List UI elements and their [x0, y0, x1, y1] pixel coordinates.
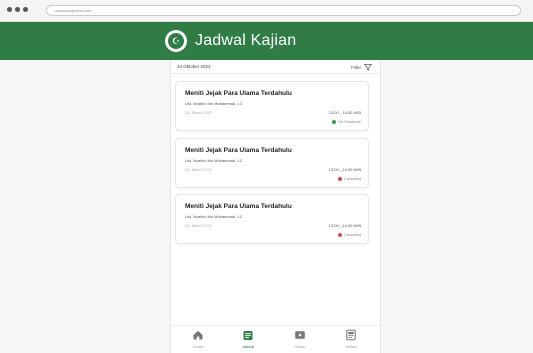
filter-label: Filter [351, 64, 361, 70]
video-icon [295, 331, 305, 339]
schedule-card[interactable]: Meniti Jejak Para Ulama Terdahulu Ust. I… [175, 194, 369, 244]
card-title: Meniti Jejak Para Ulama Terdahulu [185, 147, 292, 154]
current-date: 24 Oktober 2022 [177, 64, 211, 69]
card-date: 24, Maret 2022 [185, 110, 212, 115]
card-title: Meniti Jejak Para Ulama Terdahulu [185, 90, 292, 97]
card-time: 13:00 - 14:00 WIB [328, 110, 361, 115]
status-dot-icon [338, 176, 343, 181]
address-bar[interactable]: www.wordpress.com [46, 5, 521, 16]
schedule-card[interactable]: Meniti Jejak Para Ulama Terdahulu Ust. I… [175, 81, 369, 131]
card-title: Meniti Jejak Para Ulama Terdahulu [185, 203, 292, 210]
window-close-dot[interactable] [7, 7, 12, 12]
browser-chrome: www.wordpress.com [0, 0, 533, 22]
nav-label-home: Home [192, 344, 204, 349]
home-icon [193, 330, 203, 340]
status-text: On Schedule [337, 119, 361, 124]
status-text: Canceled [344, 176, 361, 181]
schedule-toolbar: 24 Oktober 2022 Filter [171, 60, 380, 74]
window-minimize-dot[interactable] [15, 7, 20, 12]
address-bar-url: www.wordpress.com [55, 8, 92, 13]
article-icon [346, 329, 356, 341]
card-speaker: Ust. Ibrahim bin Muhammad, LC [185, 158, 243, 163]
schedule-panel: 24 Oktober 2022 Filter Meniti Jejak Para… [171, 60, 380, 353]
status-text: Canceled [344, 232, 361, 237]
nav-label-video: Video [294, 344, 306, 349]
nav-label-artikel: Artikel [345, 344, 357, 349]
nav-label-jadwal: Jadwal [241, 344, 255, 349]
status-dot-icon [338, 232, 343, 237]
panel-divider-right [380, 60, 381, 353]
schedule-card[interactable]: Meniti Jejak Para Ulama Terdahulu Ust. I… [175, 138, 369, 188]
card-time: 13:00 - 14:00 WIB [328, 223, 361, 228]
calendar-icon [243, 331, 253, 340]
nav-item-artikel[interactable]: Artikel [336, 329, 366, 353]
status-dot-icon [331, 119, 336, 124]
bottom-nav: Home Jadwal Video Artikel [171, 325, 380, 353]
card-date: 24, Maret 2022 [185, 223, 212, 228]
card-speaker: Ust. Ibrahim bin Muhammad, LC [185, 214, 243, 219]
app-logo: ☪ [165, 30, 187, 52]
status-badge: On Schedule [331, 119, 361, 124]
nav-item-video[interactable]: Video [285, 329, 315, 353]
app-header: ☪ Jadwal Kajian [0, 22, 533, 60]
mosque-logo-icon: ☪ [168, 33, 184, 49]
filter-icon [364, 63, 372, 71]
filter-button[interactable]: Filter [351, 62, 372, 72]
window-maximize-dot[interactable] [23, 7, 28, 12]
card-date: 24, Maret 2022 [185, 167, 212, 172]
status-badge: Canceled [338, 176, 361, 181]
card-time: 13:00 - 14:00 WIB [328, 167, 361, 172]
nav-item-home[interactable]: Home [183, 329, 213, 353]
status-badge: Canceled [338, 232, 361, 237]
page-title: Jadwal Kajian [195, 32, 297, 49]
card-speaker: Ust. Ibrahim bin Muhammad, LC [185, 101, 243, 106]
nav-item-jadwal[interactable]: Jadwal [233, 329, 263, 353]
